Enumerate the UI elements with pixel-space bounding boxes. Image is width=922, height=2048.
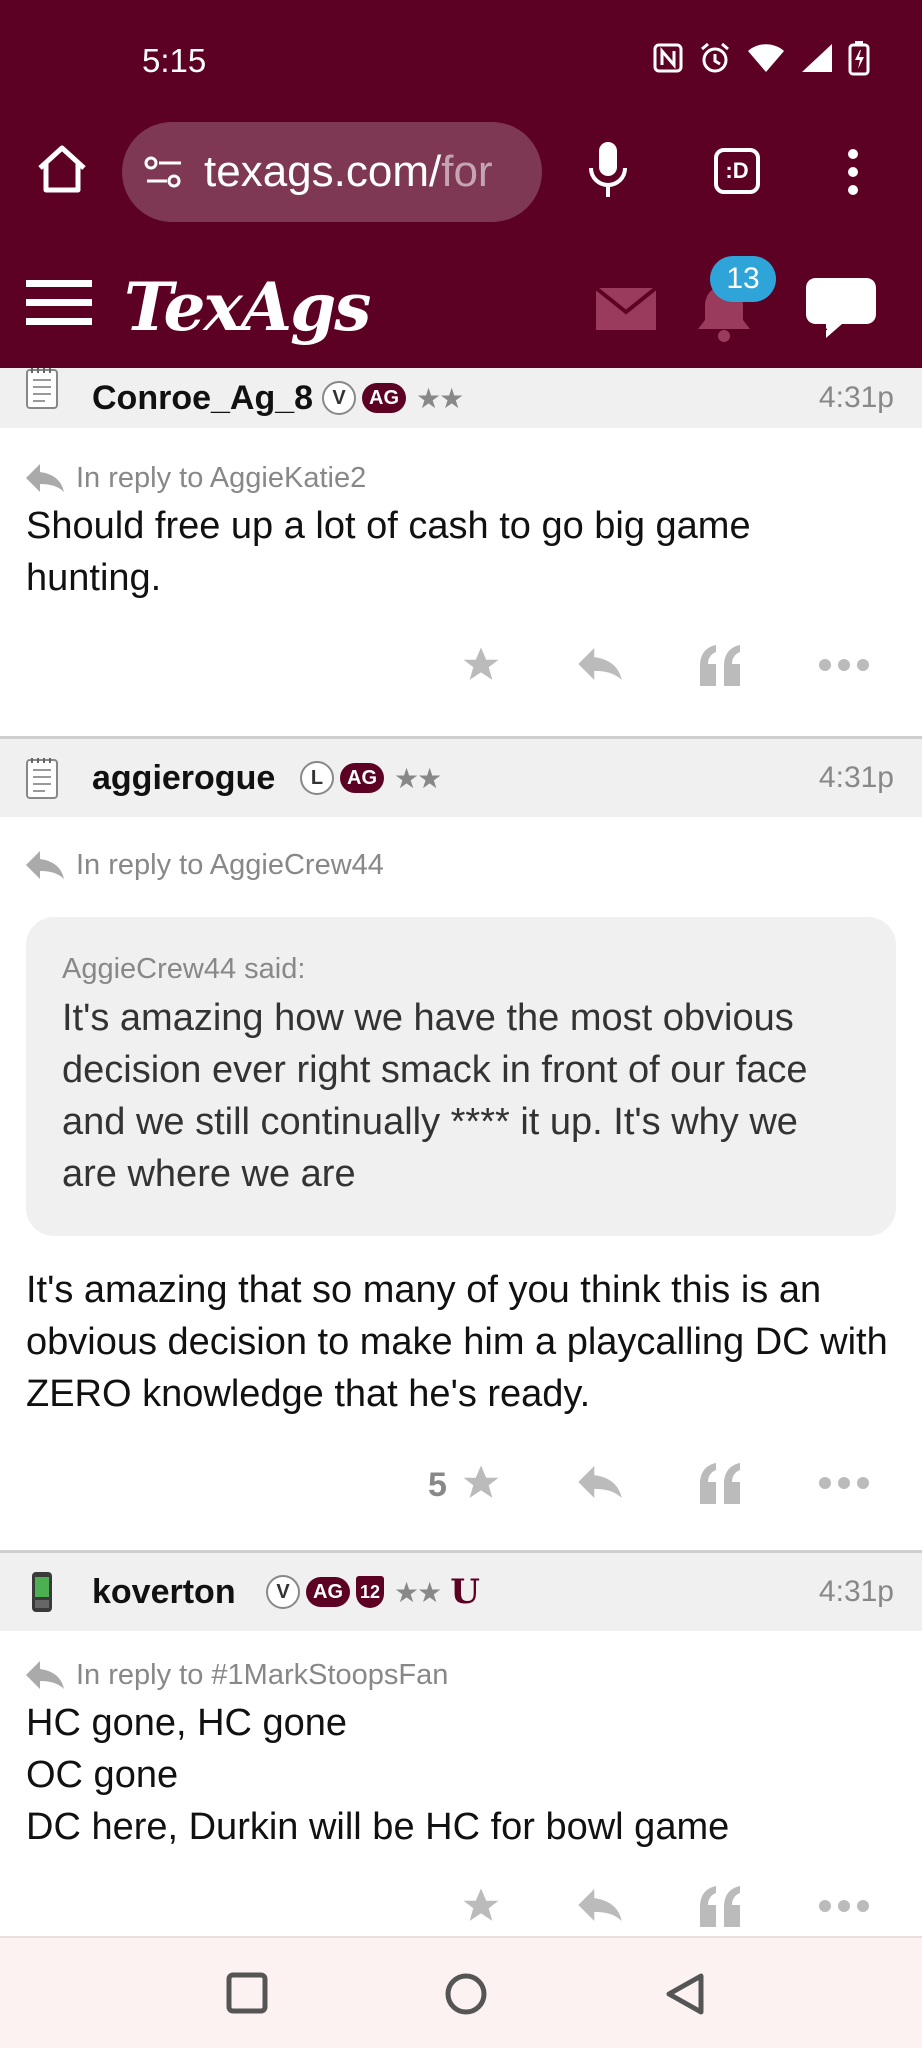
quote-author[interactable]: AggieCrew44 said: — [62, 953, 860, 986]
reply-icon[interactable] — [576, 1462, 624, 1502]
notification-count-badge[interactable]: 13 — [710, 256, 776, 302]
post-time: 4:31p — [818, 1575, 894, 1608]
post-actions — [0, 622, 922, 712]
quote-icon[interactable] — [698, 644, 742, 686]
site-info-icon[interactable] — [144, 155, 184, 189]
home-circle-icon[interactable] — [444, 1972, 488, 2016]
badge-stars: ★★ — [394, 1576, 442, 1608]
username[interactable]: Conroe_Ag_8 — [92, 379, 313, 418]
reply-arrow-icon — [26, 1661, 64, 1689]
badge-12th-man: 12 — [356, 1576, 384, 1608]
reply-to[interactable]: In reply to #1MarkStoopsFan — [0, 1653, 922, 1697]
badge-ag: AG — [306, 1577, 350, 1607]
post: Conroe_Ag_8 V AG ★★ 4:31p In reply to Ag… — [0, 368, 922, 739]
chat-icon[interactable] — [796, 274, 882, 344]
mic-icon[interactable] — [588, 140, 628, 200]
badge-stars: ★★ — [394, 762, 442, 794]
badge-v: V — [266, 1575, 300, 1609]
post-body-line: DC here, Durkin will be HC for bowl game — [26, 1806, 730, 1848]
reply-icon[interactable] — [576, 644, 624, 684]
system-nav-bar — [0, 1936, 922, 2048]
url-faded: for — [441, 147, 493, 196]
reply-to[interactable]: In reply to AggieCrew44 — [0, 843, 922, 887]
url-text[interactable]: texags.com/for — [204, 147, 493, 197]
site-header: TexAgs 13 — [0, 252, 922, 368]
star-count: 5 — [428, 1466, 447, 1504]
more-options-icon[interactable] — [818, 1476, 870, 1490]
recents-square-icon[interactable] — [226, 1972, 268, 2014]
badge-ag: AG — [362, 383, 406, 413]
badge-u: U — [450, 1572, 480, 1612]
quote-icon[interactable] — [698, 1885, 742, 1927]
reply-arrow-icon — [26, 851, 64, 879]
signal-icon — [802, 44, 832, 72]
post-header: Conroe_Ag_8 V AG ★★ 4:31p — [0, 368, 922, 428]
quote-text: It's amazing how we have the most obviou… — [62, 997, 808, 1195]
hamburger-menu-icon[interactable] — [26, 278, 92, 328]
reply-icon[interactable] — [576, 1885, 624, 1925]
post-body: HC gone, HC gone OC gone DC here, Durkin… — [0, 1697, 922, 1853]
post-body-line: OC gone — [26, 1754, 179, 1796]
reply-to-text: In reply to AggieCrew44 — [76, 848, 384, 881]
star-icon[interactable] — [460, 1462, 502, 1504]
quote-block: AggieCrew44 said: It's amazing how we ha… — [26, 917, 896, 1236]
reply-to-text: In reply to AggieKatie2 — [76, 461, 367, 494]
post-actions: 5 — [0, 1440, 922, 1530]
badge-l: L — [300, 761, 334, 795]
badge-v: V — [322, 381, 356, 415]
mail-icon[interactable] — [594, 286, 658, 332]
wifi-icon — [748, 44, 784, 72]
more-menu-icon[interactable] — [846, 148, 860, 196]
url-bar[interactable]: texags.com/for — [122, 122, 542, 222]
post: koverton V AG 12 ★★ U 4:31p In reply to … — [0, 1553, 922, 1978]
status-icons — [652, 40, 870, 76]
more-options-icon[interactable] — [818, 1899, 870, 1913]
avatar-notepad-icon[interactable] — [24, 366, 60, 410]
browser-chrome: 5:15 texags.com/for :D TexAgs 13 — [0, 0, 922, 368]
star-icon[interactable] — [460, 644, 502, 686]
texags-logo[interactable]: TexAgs — [124, 268, 371, 346]
tab-switcher-button[interactable]: :D — [714, 148, 760, 194]
nfc-icon — [653, 43, 683, 73]
star-icon[interactable] — [460, 1885, 502, 1927]
username[interactable]: koverton — [92, 1573, 236, 1612]
post-body-line: HC gone, HC gone — [26, 1702, 348, 1744]
quote-icon[interactable] — [698, 1462, 742, 1504]
status-time: 5:15 — [142, 42, 207, 79]
avatar-phone-icon[interactable] — [24, 1570, 60, 1614]
post: aggierogue L AG ★★ 4:31p In reply to Agg… — [0, 739, 922, 1553]
badge-ag: AG — [340, 763, 384, 793]
post-feed: Conroe_Ag_8 V AG ★★ 4:31p In reply to Ag… — [0, 368, 922, 1978]
home-button[interactable] — [34, 140, 90, 196]
user-badges: L AG ★★ — [300, 761, 442, 795]
reply-to-text: In reply to #1MarkStoopsFan — [76, 1658, 449, 1691]
reply-to[interactable]: In reply to AggieKatie2 — [0, 456, 922, 500]
back-triangle-icon[interactable] — [664, 1972, 706, 2016]
alarm-icon — [701, 42, 729, 73]
post-time: 4:31p — [818, 381, 894, 414]
post-header: koverton V AG 12 ★★ U 4:31p — [0, 1553, 922, 1631]
post-time: 4:31p — [818, 761, 894, 794]
post-body: It's amazing that so many of you think t… — [26, 1269, 888, 1415]
post-body: Should free up a lot of cash to go big g… — [26, 505, 751, 599]
post-header: aggierogue L AG ★★ 4:31p — [0, 739, 922, 817]
url-main: texags.com/ — [204, 147, 442, 196]
more-options-icon[interactable] — [818, 658, 870, 672]
badge-stars: ★★ — [416, 382, 464, 414]
avatar-notepad-icon[interactable] — [24, 756, 60, 800]
username[interactable]: aggierogue — [92, 759, 275, 798]
user-badges: V AG ★★ — [322, 381, 464, 415]
battery-icon — [848, 41, 870, 76]
reply-arrow-icon — [26, 464, 64, 492]
user-badges: V AG 12 ★★ U — [266, 1572, 480, 1612]
